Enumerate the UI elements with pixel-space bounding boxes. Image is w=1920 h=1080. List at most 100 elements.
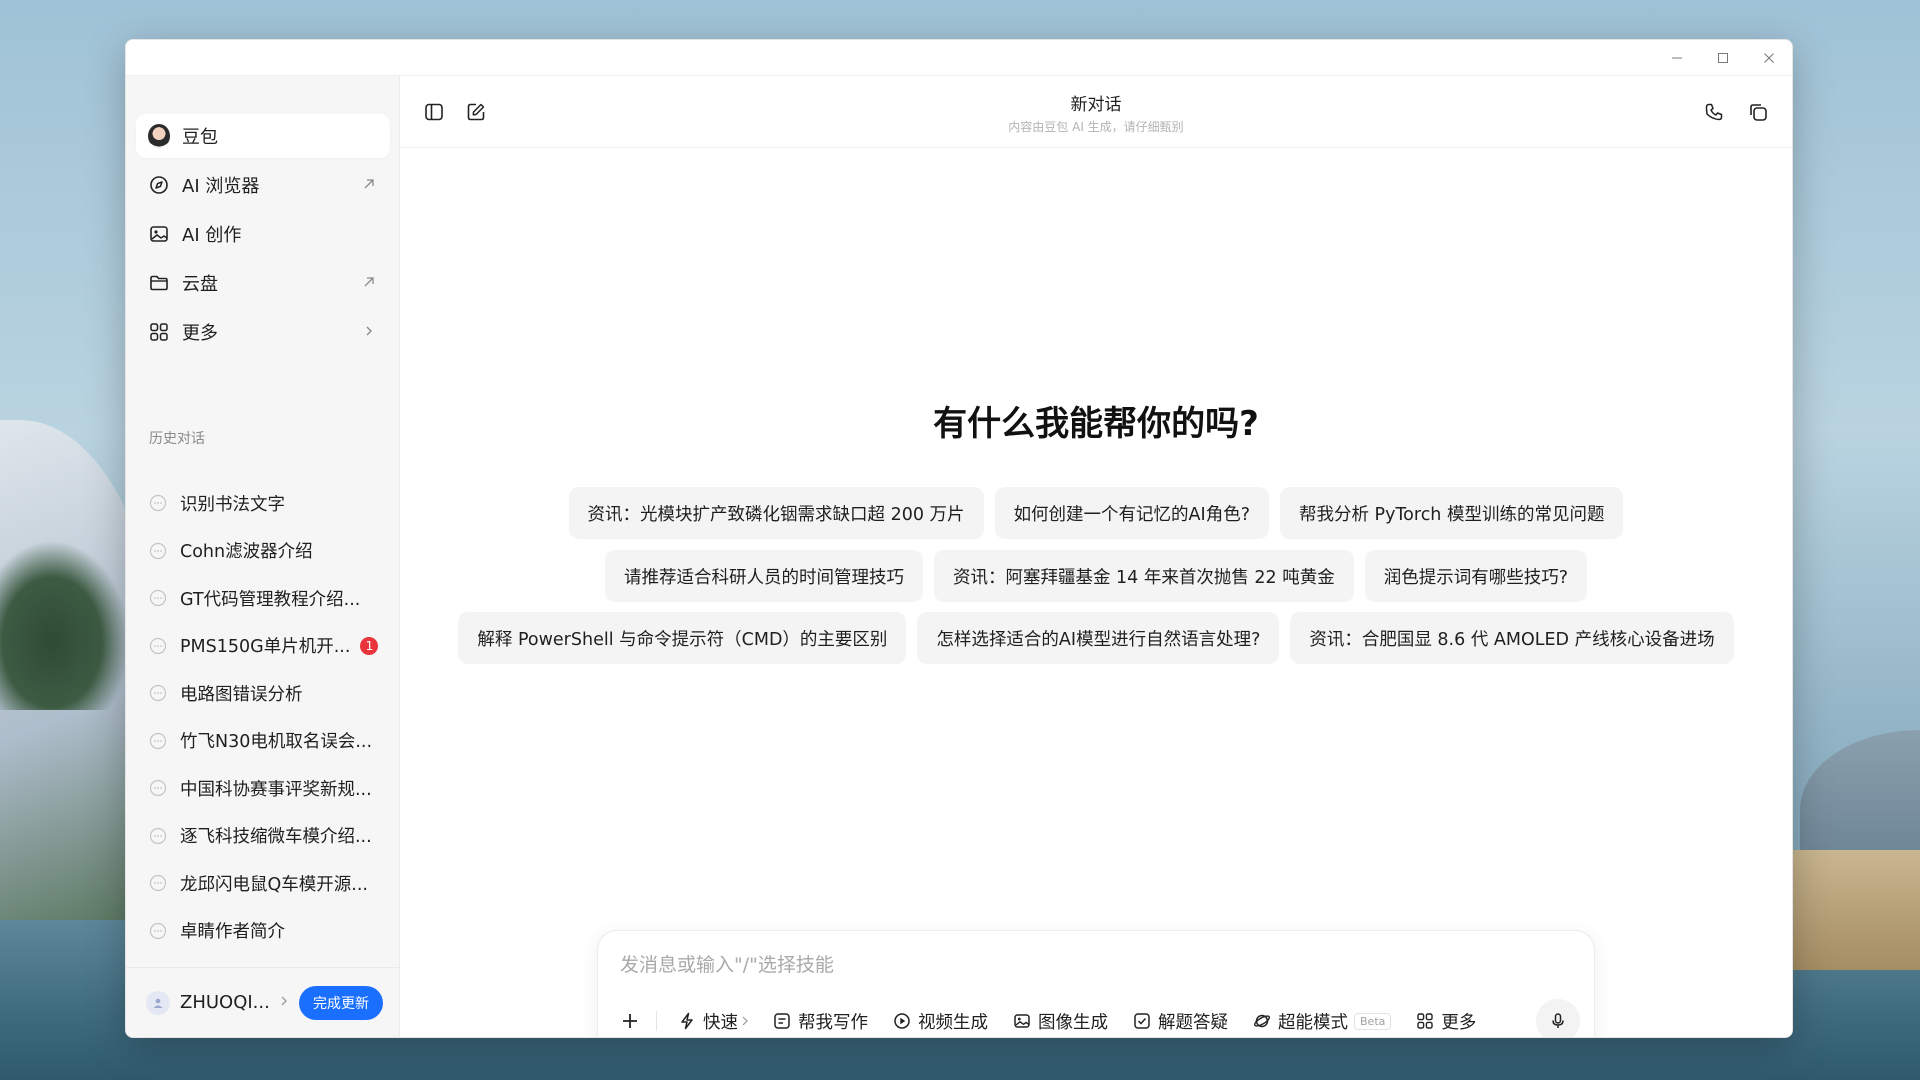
message-input[interactable] — [620, 949, 1520, 981]
history-item[interactable]: 电路图错误分析 — [138, 673, 388, 713]
suggestion-row: 资讯：光模块扩产致磷化铟需求缺口超 200 万片 如何创建一个有记忆的AI角色?… — [400, 487, 1792, 539]
sidebar: 豆包 AI 浏览器 AI 创作 云盘 更多 历史对话 识别书法文字 Cohn滤波… — [126, 76, 400, 1037]
image-icon — [1012, 1011, 1032, 1031]
ai-disclaimer: 内容由豆包 AI 生成，请仔细甄别 — [1008, 120, 1184, 134]
suggestion-chip[interactable]: 如何创建一个有记忆的AI角色? — [994, 487, 1269, 539]
history-item[interactable]: Cohn滤波器介绍 — [138, 531, 388, 571]
lightning-icon — [677, 1011, 697, 1031]
chat-bubble-icon — [148, 873, 168, 893]
nav-item-more[interactable]: 更多 — [136, 310, 390, 354]
history-item-label: PMS150G单片机开... — [180, 637, 351, 657]
unread-badge: 1 — [360, 636, 379, 655]
chat-bubble-icon — [148, 826, 168, 846]
compass-icon — [148, 174, 170, 196]
suggestion-chip[interactable]: 怎样选择适合的AI模型进行自然语言处理? — [917, 612, 1280, 664]
close-icon — [1764, 53, 1774, 63]
external-arrow-icon — [360, 273, 378, 291]
fast-mode-label: 快速 — [703, 1012, 738, 1033]
writing-button[interactable]: 帮我写作 — [772, 1009, 868, 1034]
plus-icon — [623, 1014, 637, 1028]
suggestion-row: 解释 PowerShell 与命令提示符（CMD）的主要区别 怎样选择适合的AI… — [400, 612, 1792, 664]
history-item[interactable]: 卓睛作者简介 — [138, 911, 388, 951]
grid-icon — [1415, 1011, 1435, 1031]
suggestion-chip[interactable]: 解释 PowerShell 与命令提示符（CMD）的主要区别 — [458, 612, 907, 664]
external-arrow-icon — [360, 175, 378, 193]
fast-mode-button[interactable]: 快速 — [677, 1009, 748, 1034]
history-item-label: 竹飞N30电机取名误会... — [180, 732, 373, 752]
chat-bubble-icon — [148, 588, 168, 608]
check-note-icon — [1132, 1011, 1152, 1031]
attach-button[interactable] — [616, 1007, 644, 1035]
history-item[interactable]: PMS150G单片机开... 1 — [138, 626, 388, 666]
chat-header: 新对话 内容由豆包 AI 生成，请仔细甄别 — [400, 76, 1792, 148]
play-icon — [892, 1011, 912, 1031]
chat-main: 新对话 内容由豆包 AI 生成，请仔细甄别 有什么我能帮你的吗? 资讯：光模块扩… — [400, 76, 1792, 1037]
background-grass — [1790, 850, 1920, 970]
super-mode-button[interactable]: 超能模式 Beta — [1252, 1009, 1392, 1034]
problem-solving-button[interactable]: 解题答疑 — [1132, 1009, 1228, 1034]
user-name[interactable]: ZHUOQI... — [180, 992, 270, 1013]
folder-icon — [148, 272, 170, 294]
history-item-label: 识别书法文字 — [180, 494, 285, 515]
history-item[interactable]: 识别书法文字 — [138, 483, 388, 523]
video-generate-button[interactable]: 视频生成 — [892, 1009, 988, 1034]
nav-item-cloud-drive[interactable]: 云盘 — [136, 261, 390, 305]
suggestion-chip[interactable]: 资讯：光模块扩产致磷化铟需求缺口超 200 万片 — [568, 487, 984, 539]
history-item[interactable]: 中国科协赛事评奖新规... — [138, 768, 388, 808]
suggestion-chip[interactable]: 资讯：阿塞拜疆基金 14 年来首次抛售 22 吨黄金 — [933, 550, 1354, 602]
phone-call-icon[interactable] — [1702, 100, 1726, 124]
more-tools-button[interactable]: 更多 — [1415, 1009, 1476, 1034]
share-window-icon[interactable] — [1746, 100, 1770, 124]
chat-bubble-icon — [148, 921, 168, 941]
suggestion-chip[interactable]: 帮我分析 PyTorch 模型训练的常见问题 — [1279, 487, 1624, 539]
page-title: 新对话 — [1070, 95, 1122, 115]
sidebar-footer: ZHUOQI... 完成更新 — [126, 967, 399, 1037]
chevron-right-icon — [742, 1016, 748, 1026]
maximize-icon — [1718, 53, 1728, 63]
nav-item-ai-create[interactable]: AI 创作 — [136, 212, 390, 256]
close-button[interactable] — [1746, 40, 1792, 76]
history-item[interactable]: 逐飞科技缩微车模介绍... — [138, 816, 388, 856]
chevron-right-icon[interactable] — [280, 995, 288, 1011]
suggestion-chip[interactable]: 请推荐适合科研人员的时间管理技巧 — [604, 550, 923, 602]
tool-label: 解题答疑 — [1158, 1012, 1228, 1033]
tool-label: 更多 — [1441, 1012, 1477, 1033]
writing-icon — [772, 1011, 792, 1031]
history-item-label: 电路图错误分析 — [180, 684, 303, 705]
tool-label: 超能模式 — [1278, 1012, 1348, 1033]
history-item-label: Cohn滤波器介绍 — [180, 542, 313, 562]
tool-label: 图像生成 — [1038, 1012, 1108, 1033]
title-bar — [126, 40, 1792, 76]
nav-item-label: 更多 — [182, 323, 218, 344]
minimize-icon — [1672, 57, 1682, 59]
beta-badge: Beta — [1354, 1012, 1392, 1030]
welcome-heading: 有什么我能帮你的吗? — [933, 404, 1259, 444]
nav-item-label: AI 创作 — [182, 225, 242, 246]
nav-item-label: 云盘 — [182, 274, 218, 295]
history-item[interactable]: 龙邱闪电鼠Q车模开源... — [138, 863, 388, 903]
doubao-avatar — [148, 124, 170, 148]
history-item-label: 逐飞科技缩微车模介绍... — [180, 827, 372, 847]
user-avatar[interactable] — [146, 990, 170, 1015]
history-item-label: 中国科协赛事评奖新规... — [180, 779, 372, 800]
update-complete-button[interactable]: 完成更新 — [299, 986, 383, 1020]
maximize-button[interactable] — [1700, 40, 1746, 76]
nav-item-label: 豆包 — [182, 127, 218, 148]
suggestion-chip[interactable]: 资讯：合肥国显 8.6 代 AMOLED 产线核心设备进场 — [1290, 612, 1734, 664]
planet-icon — [1252, 1011, 1272, 1031]
minimize-button[interactable] — [1654, 40, 1700, 76]
chat-bubble-icon — [148, 683, 168, 703]
nav-item-doubao[interactable]: 豆包 — [136, 114, 390, 158]
image-icon — [148, 223, 170, 245]
history-item[interactable]: 竹飞N30电机取名误会... — [138, 721, 388, 761]
suggestion-chip[interactable]: 润色提示词有哪些技巧? — [1364, 550, 1588, 602]
history-item[interactable]: GT代码管理教程介绍... — [138, 578, 388, 618]
nav-item-ai-browser[interactable]: AI 浏览器 — [136, 163, 390, 207]
chat-bubble-icon — [148, 731, 168, 751]
image-generate-button[interactable]: 图像生成 — [1012, 1009, 1108, 1034]
history-item-label: GT代码管理教程介绍... — [180, 589, 361, 610]
app-window: 豆包 AI 浏览器 AI 创作 云盘 更多 历史对话 识别书法文字 Cohn滤波… — [125, 39, 1793, 1038]
composer-toolbar: 快速 帮我写作 视频生成 图像生成 解题答疑 超能模式 Beta 更多 — [616, 1003, 1500, 1037]
chat-bubble-icon — [148, 541, 168, 561]
voice-input-button[interactable] — [1536, 999, 1580, 1037]
